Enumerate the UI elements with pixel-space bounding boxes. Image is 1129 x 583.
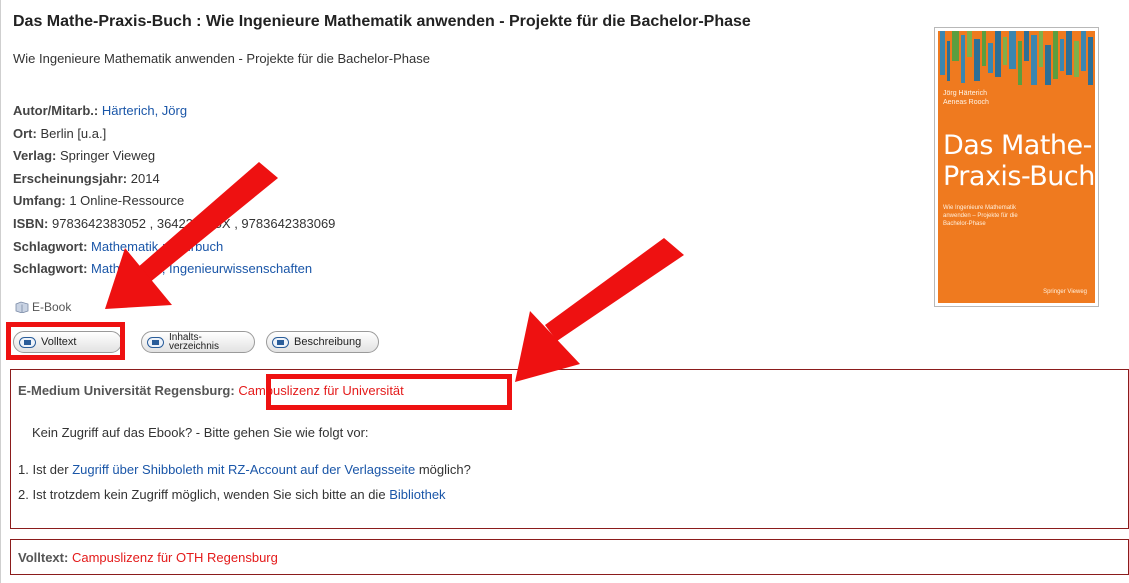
meta-extent-label: Umfang:	[13, 193, 66, 209]
highlight-box-campuslizenz	[266, 374, 512, 410]
meta-place-label: Ort:	[13, 125, 37, 141]
meta-publisher-label: Verlag:	[13, 148, 57, 164]
meta-isbn-label: ISBN:	[13, 215, 49, 231]
inhalt-label-line-2: verzeichnis	[169, 341, 220, 352]
access-info-box: E-Medium Universität Regensburg: Campusl…	[10, 369, 1129, 529]
meta-place-row: Ort: Berlin [u.a.]	[13, 123, 335, 146]
emedium-label: E-Medium Universität Regensburg:	[18, 383, 235, 398]
meta-place-value: Berlin [u.a.]	[40, 125, 107, 141]
meta-publisher-value: Springer Vieweg	[59, 148, 156, 164]
media-type: E-Book	[15, 300, 71, 314]
cover-author-1: Jörg Härterich	[943, 90, 987, 97]
meta-subject-label: Schlagwort:	[13, 238, 88, 254]
meta-extent-value: 1 Online-Ressource	[69, 193, 185, 209]
library-link[interactable]: Bibliothek	[389, 487, 445, 502]
cover-title: Das Mathe- Praxis-Buch	[943, 130, 1095, 192]
meta-isbn-value: 9783642383052 , 364238305X , 97836423830…	[52, 215, 336, 231]
volltext-license-box: Volltext: Campuslizenz für OTH Regensbur…	[10, 539, 1129, 575]
cover-title-line-1: Das Mathe-	[943, 130, 1092, 161]
cover-subtitle-line-1: Wie Ingenieure Mathematik	[943, 205, 1017, 211]
meta-year-value: 2014	[130, 170, 160, 186]
meta-year-label: Erscheinungsjahr:	[13, 170, 128, 186]
subject-link-2[interactable]: Mathematik ; Ingenieurwissenschaften	[91, 261, 312, 276]
cover-author-2: Aeneas Rooch	[943, 99, 989, 106]
meta-year-row: Erscheinungsjahr: 2014	[13, 168, 335, 191]
step-1-prefix: 1. Ist der	[18, 462, 69, 477]
inhaltsverzeichnis-button-label: Inhalts-verzeichnis	[169, 333, 220, 352]
meta-subject-label: Schlagwort:	[13, 261, 88, 277]
step-2-prefix: 2. Ist trotzdem kein Zugriff möglich, we…	[18, 487, 386, 502]
cover-authors: Jörg Härterich Aeneas Rooch	[943, 89, 989, 107]
inhaltsverzeichnis-button[interactable]: Inhalts-verzeichnis	[141, 331, 255, 353]
meta-isbn-row: ISBN: 9783642383052 , 364238305X , 97836…	[13, 213, 335, 236]
access-step-2: 2. Ist trotzdem kein Zugriff möglich, we…	[18, 487, 446, 502]
cover-publisher: Springer Vieweg	[1043, 289, 1087, 295]
cover-subtitle-line-2: anwenden – Projekte für die	[943, 213, 1018, 219]
cover-subtitle-line-3: Bachelor-Phase	[943, 221, 986, 227]
meta-subject-row-1: Schlagwort: Mathematik ; Lehrbuch	[13, 236, 335, 259]
ebook-icon	[15, 301, 29, 313]
beschreibung-button[interactable]: Beschreibung	[266, 331, 379, 353]
document-icon	[272, 336, 289, 348]
access-step-1: 1. Ist der Zugriff über Shibboleth mit R…	[18, 462, 471, 477]
volltext-license-line: Volltext: Campuslizenz für OTH Regensbur…	[18, 550, 278, 565]
subject-link-1[interactable]: Mathematik ; Lehrbuch	[91, 239, 223, 254]
media-type-label: E-Book	[32, 300, 72, 314]
document-icon	[147, 336, 164, 348]
step-1-suffix: möglich?	[418, 462, 471, 477]
access-hint: Kein Zugriff auf das Ebook? - Bitte gehe…	[32, 425, 369, 440]
volltext-license-value: Campuslizenz für OTH Regensburg	[71, 550, 278, 565]
arrow-icon-right	[515, 238, 684, 382]
book-cover: Jörg Härterich Aeneas Rooch Das Mathe- P…	[934, 27, 1099, 307]
meta-author-row: Autor/Mitarb.: Härterich, Jörg	[13, 100, 335, 123]
meta-publisher-row: Verlag: Springer Vieweg	[13, 145, 335, 168]
record-metadata: Autor/Mitarb.: Härterich, Jörg Ort: Berl…	[13, 100, 335, 281]
cover-subtitle: Wie Ingenieure Mathematik anwenden – Pro…	[943, 204, 1053, 228]
meta-subject-row-2: Schlagwort: Mathematik ; Ingenieurwissen…	[13, 258, 335, 281]
meta-extent-row: Umfang: 1 Online-Ressource	[13, 190, 335, 213]
cover-title-line-2: Praxis-Buch	[943, 161, 1095, 192]
shibboleth-access-link[interactable]: Zugriff über Shibboleth mit RZ-Account a…	[72, 462, 415, 477]
record-title: Das Mathe-Praxis-Buch : Wie Ingenieure M…	[13, 13, 751, 30]
author-link[interactable]: Härterich, Jörg	[102, 103, 187, 118]
beschreibung-button-label: Beschreibung	[294, 336, 362, 348]
cover-artwork: Jörg Härterich Aeneas Rooch Das Mathe- P…	[938, 31, 1095, 303]
meta-author-label: Autor/Mitarb.:	[13, 103, 99, 118]
record-subtitle: Wie Ingenieure Mathematik anwenden - Pro…	[13, 51, 430, 66]
highlight-box-volltext	[6, 322, 125, 360]
volltext-license-label: Volltext:	[18, 550, 69, 565]
